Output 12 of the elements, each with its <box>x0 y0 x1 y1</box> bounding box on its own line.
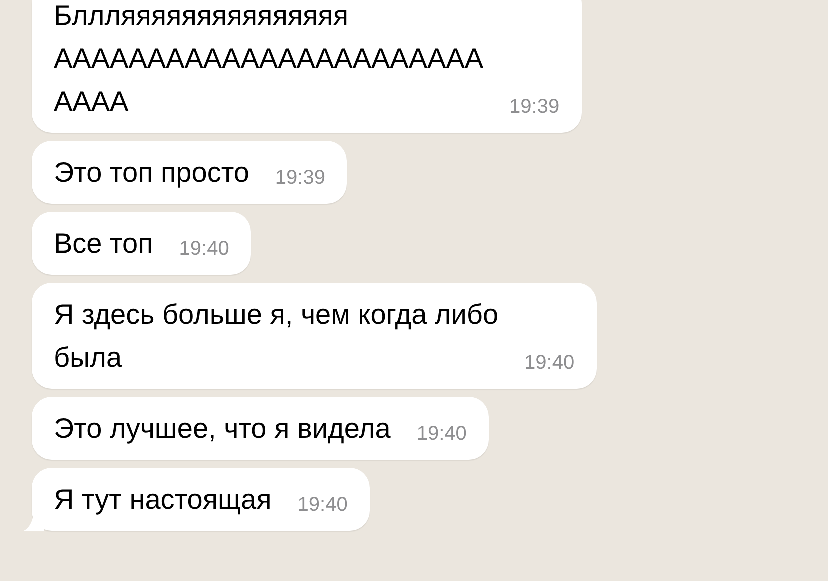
message-text: Это топ просто <box>54 156 250 190</box>
message-time: 19:39 <box>510 97 560 117</box>
message-time: 19:40 <box>416 424 467 444</box>
message-text: Бллляяяяяяяяяяяяяяя ААААААААААААААААААААААА АААА <box>54 0 484 119</box>
message-text: Это лучшее, что я видела <box>54 412 391 446</box>
message-time: 19:40 <box>179 239 230 259</box>
message-text: Я тут настоящая <box>54 483 272 517</box>
message-text: Я здесь больше я, чем когда либо была <box>54 298 499 375</box>
message-text: Все топ <box>54 227 154 261</box>
message-time: 19:40 <box>298 495 348 515</box>
message-time: 19:40 <box>524 353 575 373</box>
message-time: 19:39 <box>275 168 326 188</box>
